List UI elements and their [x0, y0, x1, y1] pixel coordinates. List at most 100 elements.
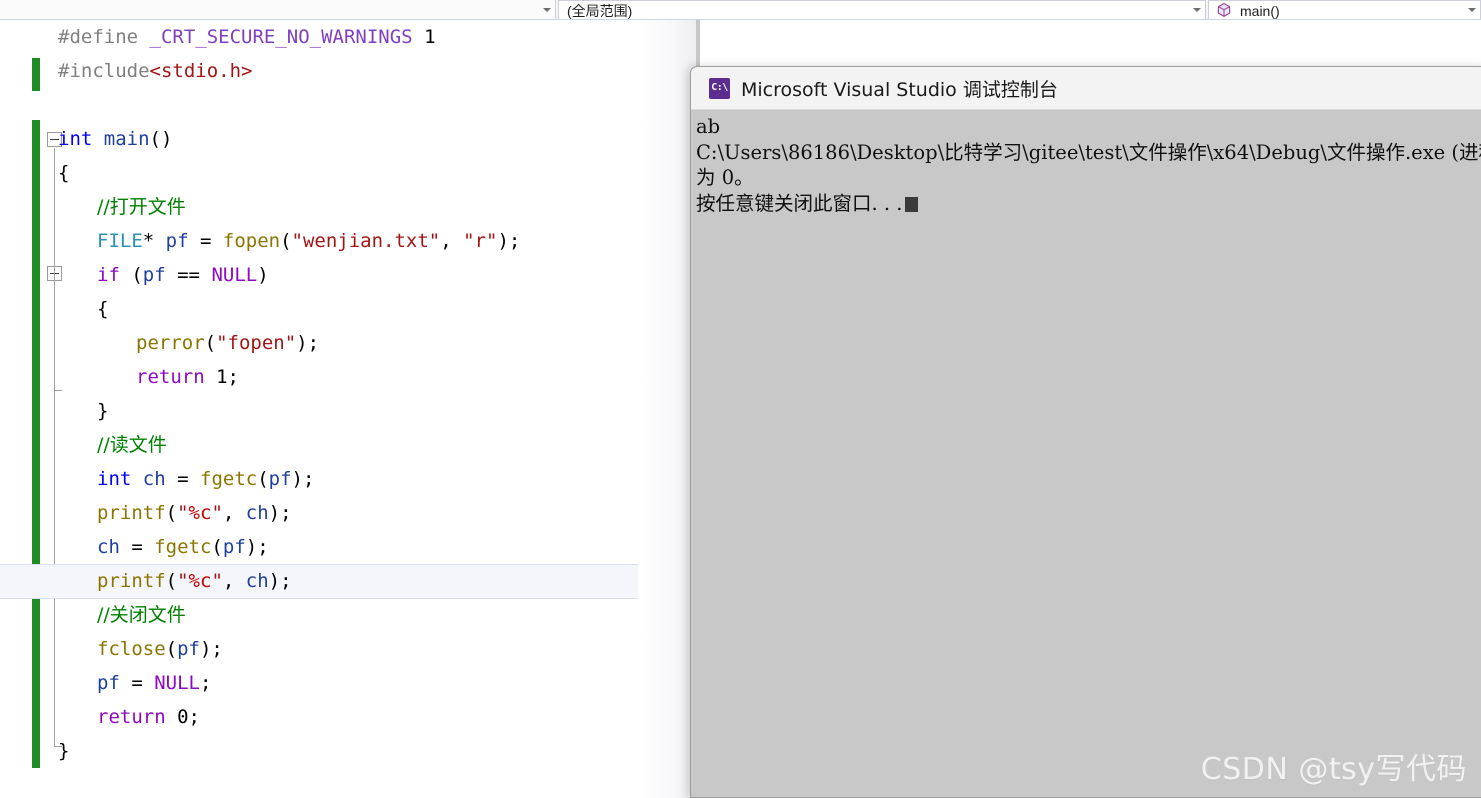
code-token: "r": [463, 230, 498, 252]
code-token: fgetc: [200, 468, 258, 490]
project-scope-dropdown[interactable]: [0, 0, 556, 19]
code-token: perror: [136, 332, 205, 354]
console-title-bar[interactable]: C:\ Microsoft Visual Studio 调试控制台: [691, 67, 1481, 110]
code-token: //读文件: [97, 434, 167, 456]
code-token: (: [165, 570, 178, 592]
code-line[interactable]: ch = fgetc(pf);: [0, 530, 700, 565]
code-line[interactable]: #include<stdio.h>: [0, 54, 700, 89]
code-token: main: [103, 128, 150, 150]
code-token: ,: [222, 502, 246, 524]
code-token: ch: [245, 502, 269, 524]
code-token: (): [149, 128, 173, 150]
code-token: ;: [199, 672, 212, 694]
code-line[interactable]: perror("fopen");: [0, 326, 700, 361]
code-token: fclose: [97, 638, 166, 660]
code-token: ,: [440, 230, 464, 252]
console-output[interactable]: ab C:\Users\86186\Desktop\比特学习\gitee\test…: [691, 110, 1481, 797]
code-token: );: [245, 536, 269, 558]
code-token: =: [165, 468, 200, 490]
code-line[interactable]: [0, 88, 700, 123]
code-token: );: [268, 502, 292, 524]
console-output-line: ab: [696, 115, 721, 138]
chevron-down-icon[interactable]: [1189, 1, 1205, 19]
code-token: 1: [412, 26, 436, 48]
code-line[interactable]: fclose(pf);: [0, 632, 700, 667]
code-token: return: [136, 366, 205, 388]
code-token: pf: [177, 638, 200, 660]
code-line[interactable]: if (pf == NULL): [0, 258, 700, 293]
code-token: #define: [58, 26, 150, 48]
code-line[interactable]: printf("%c", ch);: [0, 496, 700, 531]
code-token: ch: [245, 570, 269, 592]
code-line[interactable]: {: [0, 292, 700, 327]
code-token: #include: [58, 60, 150, 82]
code-line[interactable]: #define _CRT_SECURE_NO_WARNINGS 1: [0, 20, 700, 55]
code-line[interactable]: printf("%c", ch);: [0, 564, 700, 599]
code-token: printf: [97, 502, 166, 524]
code-token: return: [97, 706, 166, 728]
vs-ide-screenshot: (全局范围) main() #define _CRT_SECURE_NO_WAR…: [0, 0, 1481, 798]
code-token: <stdio.h>: [149, 60, 253, 82]
code-token: ,: [222, 570, 246, 592]
cmd-prompt-icon: C:\: [709, 77, 730, 99]
code-token: 0;: [165, 706, 200, 728]
code-line[interactable]: //关闭文件: [0, 598, 700, 633]
code-token: {: [97, 298, 109, 320]
code-token: fopen: [222, 230, 281, 252]
code-token: (: [204, 332, 217, 354]
editor-navigation-bar: (全局范围) main(): [0, 0, 1481, 20]
code-token: ==: [165, 264, 212, 286]
chevron-down-icon[interactable]: [539, 0, 555, 19]
code-line[interactable]: FILE* pf = fopen("wenjian.txt", "r");: [0, 224, 700, 259]
code-token: int: [58, 128, 93, 150]
code-token: _CRT_SECURE_NO_WARNINGS: [149, 26, 413, 48]
code-token: if: [97, 264, 120, 286]
code-line[interactable]: }: [0, 734, 700, 769]
code-token: (: [280, 230, 292, 252]
code-line[interactable]: //读文件: [0, 428, 700, 463]
code-token: );: [497, 230, 521, 252]
chevron-down-icon[interactable]: [1464, 1, 1480, 19]
code-line[interactable]: int main(): [0, 122, 700, 157]
code-token: (: [257, 468, 269, 490]
scope-dropdown[interactable]: (全局范围): [558, 0, 1206, 19]
code-token: pf: [142, 264, 166, 286]
code-line[interactable]: return 0;: [0, 700, 700, 735]
code-token: {: [58, 162, 70, 184]
code-token: "fopen": [216, 332, 297, 354]
member-dropdown[interactable]: main(): [1208, 0, 1481, 19]
code-token: %c: [188, 570, 212, 592]
member-label: main(): [1240, 3, 1280, 19]
code-token: );: [291, 468, 315, 490]
code-token: ": [211, 570, 223, 592]
console-title-text: Microsoft Visual Studio 调试控制台: [741, 78, 1058, 101]
code-token: pf: [97, 672, 120, 694]
code-token: //关闭文件: [97, 604, 186, 626]
code-token: ch: [97, 536, 120, 558]
code-token: }: [97, 400, 109, 422]
code-line[interactable]: //打开文件: [0, 190, 700, 225]
code-line[interactable]: }: [0, 394, 700, 429]
code-line[interactable]: {: [0, 156, 700, 191]
console-output-line: 为 0。: [696, 166, 754, 189]
code-token: =: [119, 672, 155, 694]
code-token: *: [142, 230, 166, 252]
code-token: fgetc: [154, 536, 212, 558]
code-line[interactable]: return 1;: [0, 360, 700, 395]
code-line[interactable]: pf = NULL;: [0, 666, 700, 701]
code-token: 1;: [204, 366, 239, 388]
code-token: //打开文件: [97, 196, 186, 218]
code-token: %c: [188, 502, 212, 524]
code-token: "wenjian.txt": [291, 230, 441, 252]
code-token: (: [165, 638, 178, 660]
code-token: }: [58, 740, 70, 762]
code-token: =: [119, 536, 155, 558]
code-token: );: [268, 570, 292, 592]
debug-console-window[interactable]: C:\ Microsoft Visual Studio 调试控制台 ab C:\U…: [690, 66, 1481, 798]
code-line[interactable]: int ch = fgetc(pf);: [0, 462, 700, 497]
code-editor[interactable]: #define _CRT_SECURE_NO_WARNINGS 1 #includ…: [0, 20, 700, 798]
code-token: ": [211, 502, 223, 524]
cmd-prompt-icon-text: C:\: [711, 82, 728, 93]
console-block-cursor: [904, 196, 918, 212]
code-token: ": [177, 502, 189, 524]
